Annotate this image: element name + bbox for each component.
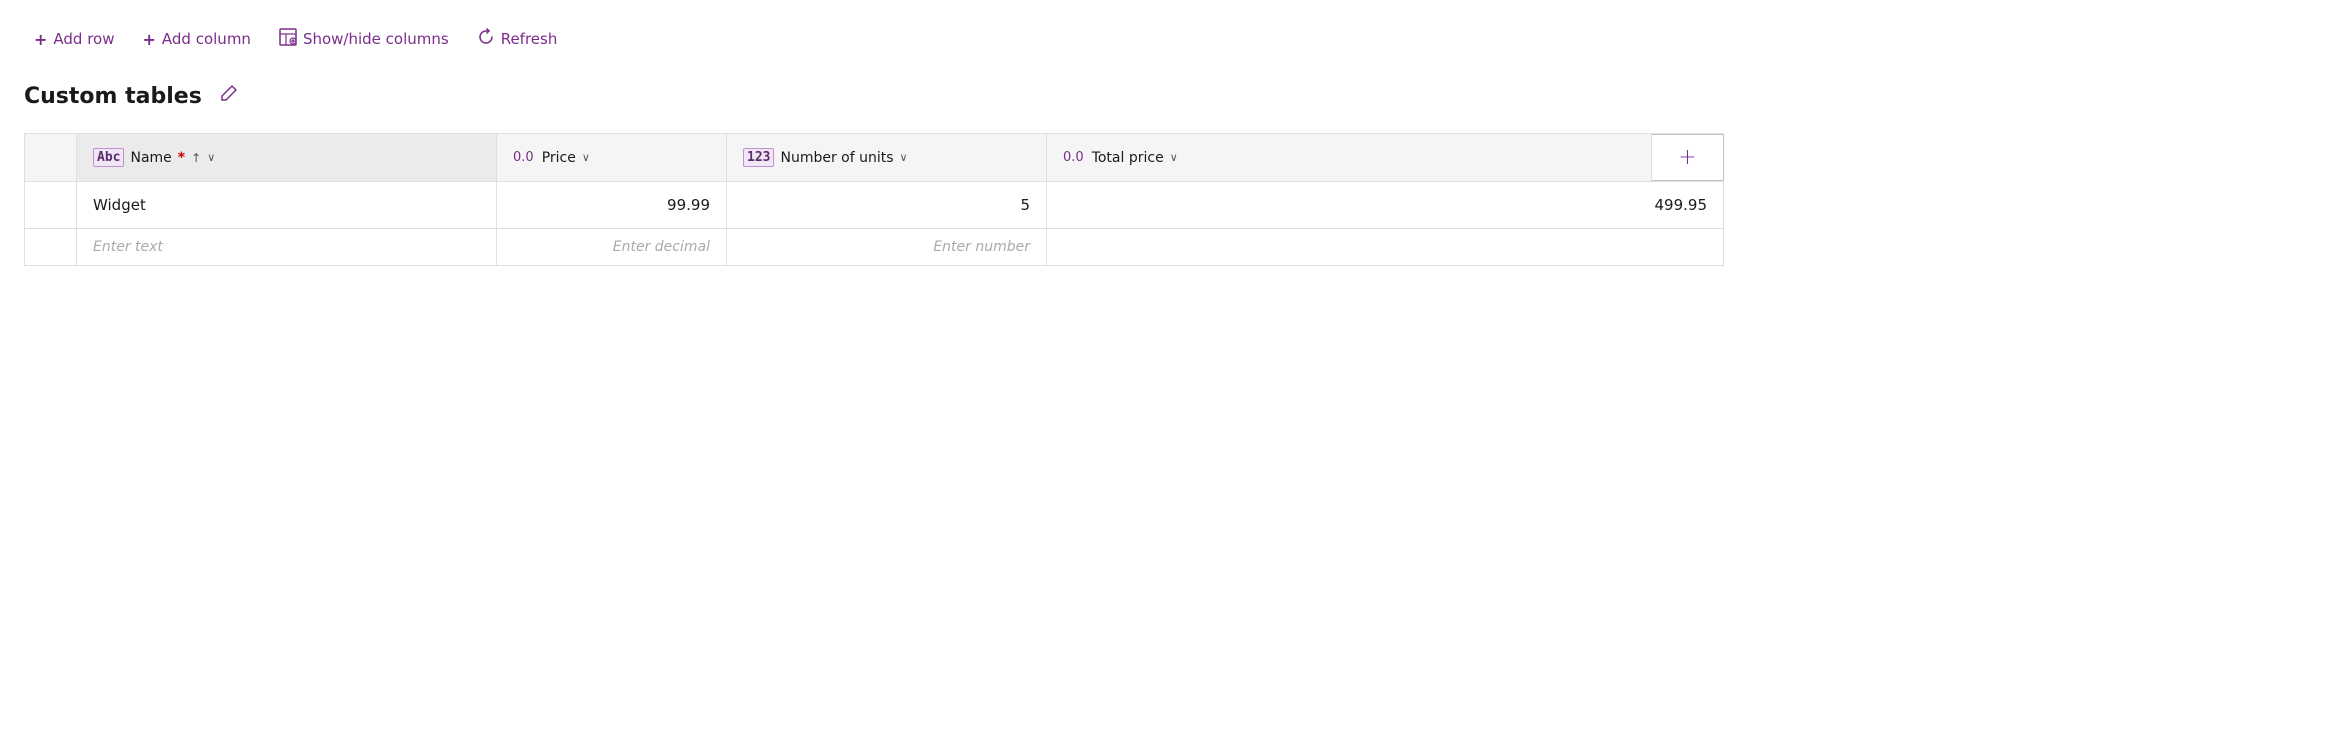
required-indicator: * xyxy=(178,150,185,166)
refresh-button[interactable]: Refresh xyxy=(467,22,568,56)
table-header: Abc Name * ↑ ∨ 0.0 Price ∨ 123 Number of… xyxy=(25,133,1724,182)
row-selector-widget[interactable] xyxy=(25,182,77,228)
chevron-down-icon-units: ∨ xyxy=(900,151,908,164)
price-placeholder: Enter decimal xyxy=(613,239,710,255)
plus-icon: + xyxy=(34,30,47,49)
custom-table: Abc Name * ↑ ∨ 0.0 Price ∨ 123 Number of… xyxy=(24,133,1724,266)
column-header-total[interactable]: 0.0 Total price ∨ xyxy=(1047,134,1652,181)
cell-price-widget[interactable]: 99.99 xyxy=(497,182,727,228)
cell-name-widget[interactable]: Widget xyxy=(77,182,497,228)
column-name-label: Name xyxy=(130,150,171,166)
input-cell-name[interactable]: Enter text xyxy=(77,229,497,265)
show-hide-label: Show/hide columns xyxy=(303,30,449,48)
number-type-icon: 123 xyxy=(743,148,774,167)
row-selector-input xyxy=(25,229,77,265)
show-hide-columns-button[interactable]: Show/hide columns xyxy=(269,22,459,56)
column-price-label: Price xyxy=(542,150,576,166)
add-row-button[interactable]: + Add row xyxy=(24,24,125,55)
pencil-icon xyxy=(218,84,238,109)
cell-total-value: 499.95 xyxy=(1655,196,1708,214)
cell-name-value: Widget xyxy=(93,196,146,214)
toolbar: + Add row + Add column Show/hide columns xyxy=(24,16,2323,62)
input-cell-total xyxy=(1047,229,1724,265)
decimal-type-icon-total: 0.0 xyxy=(1063,150,1084,165)
refresh-icon xyxy=(477,28,495,50)
add-column-icon: + xyxy=(1678,145,1696,170)
column-total-label: Total price xyxy=(1092,150,1164,166)
input-row: Enter text Enter decimal Enter number xyxy=(25,229,1724,266)
sort-asc-icon: ↑ xyxy=(191,151,201,165)
column-header-price[interactable]: 0.0 Price ∨ xyxy=(497,134,727,181)
page-title: Custom tables xyxy=(24,84,202,109)
chevron-down-icon-total: ∨ xyxy=(1170,151,1178,164)
text-type-icon: Abc xyxy=(93,148,124,167)
column-header-units[interactable]: 123 Number of units ∨ xyxy=(727,134,1047,181)
input-cell-units[interactable]: Enter number xyxy=(727,229,1047,265)
table-row: Widget 99.99 5 499.95 xyxy=(25,182,1724,229)
edit-title-button[interactable] xyxy=(214,80,242,113)
row-selector-header xyxy=(25,134,77,181)
plus-icon-2: + xyxy=(143,30,156,49)
chevron-down-icon: ∨ xyxy=(207,151,215,164)
decimal-type-icon-price: 0.0 xyxy=(513,150,534,165)
column-units-label: Number of units xyxy=(780,150,893,166)
add-column-label: Add column xyxy=(162,30,251,48)
page-title-row: Custom tables xyxy=(24,80,2323,113)
cell-units-widget[interactable]: 5 xyxy=(727,182,1047,228)
cell-price-value: 99.99 xyxy=(667,196,710,214)
add-row-label: Add row xyxy=(53,30,114,48)
refresh-label: Refresh xyxy=(501,30,558,48)
column-header-name[interactable]: Abc Name * ↑ ∨ xyxy=(77,134,497,181)
add-column-plus-button[interactable]: + xyxy=(1652,134,1724,181)
units-placeholder: Enter number xyxy=(933,239,1030,255)
name-placeholder: Enter text xyxy=(93,239,163,255)
input-cell-price[interactable]: Enter decimal xyxy=(497,229,727,265)
show-hide-icon xyxy=(279,28,297,50)
chevron-down-icon-price: ∨ xyxy=(582,151,590,164)
cell-units-value: 5 xyxy=(1020,196,1030,214)
add-column-button[interactable]: + Add column xyxy=(133,24,261,55)
cell-total-widget[interactable]: 499.95 xyxy=(1047,182,1724,228)
